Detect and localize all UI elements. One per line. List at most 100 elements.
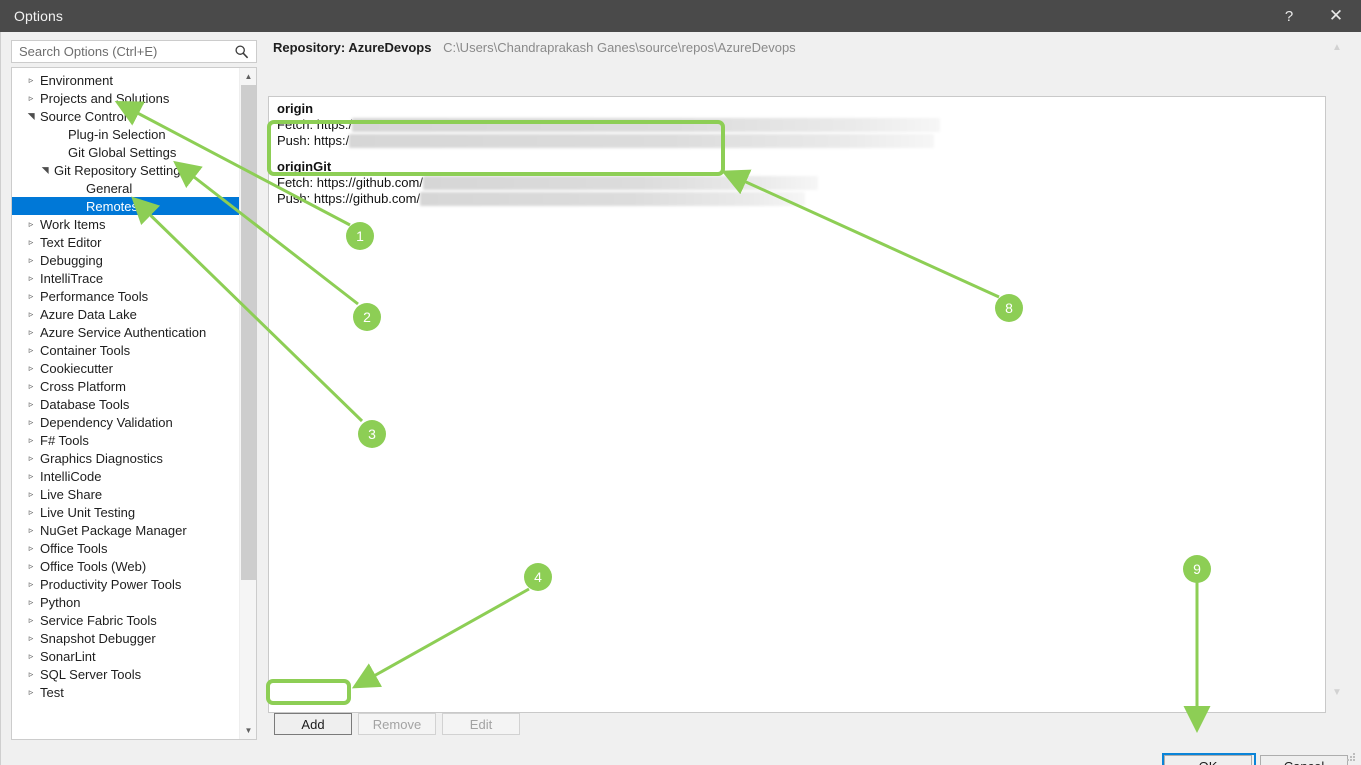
sidebar-item-live-share[interactable]: ▹ Live Share [12, 485, 240, 503]
chevron-right-icon[interactable]: ▹ [24, 543, 38, 553]
remote-fetch-url-text: Fetch: https://github.com/ [277, 175, 423, 190]
window-title: Options [14, 8, 63, 24]
sidebar-item-snapshot-debugger[interactable]: ▹ Snapshot Debugger [12, 629, 240, 647]
sidebar-item-azure-data-lake[interactable]: ▹ Azure Data Lake [12, 305, 240, 323]
tree-scrollbar[interactable]: ▲ ▼ [239, 68, 256, 739]
search-placeholder: Search Options (Ctrl+E) [19, 44, 158, 59]
options-tree-list: ▹ Environment ▹ Projects and Solutions ◢ Sour… [12, 71, 240, 701]
sidebar-item-label: Azure Service Authentication [40, 324, 207, 340]
sidebar-item-live-unit-testing[interactable]: ▹ Live Unit Testing [12, 503, 240, 521]
remove-button[interactable]: Remove [358, 713, 436, 735]
chevron-right-icon[interactable]: ▹ [24, 669, 38, 679]
sidebar-item-debugging[interactable]: ▹ Debugging [12, 251, 240, 269]
sidebar-item-git-repository-settings[interactable]: ◢ Git Repository Settings [12, 161, 240, 179]
sidebar-item-office-tools[interactable]: ▹ Office Tools [12, 539, 240, 557]
sidebar-item-productivity-power-tools[interactable]: ▹ Productivity Power Tools [12, 575, 240, 593]
sidebar-item-cross-platform[interactable]: ▹ Cross Platform [12, 377, 240, 395]
chevron-right-icon[interactable]: ▹ [24, 75, 38, 85]
edit-button[interactable]: Edit [442, 713, 520, 735]
sidebar-item-git-global-settings[interactable]: Git Global Settings [12, 143, 240, 161]
sidebar-item-dependency-validation[interactable]: ▹ Dependency Validation [12, 413, 240, 431]
sidebar-item-label: Live Unit Testing [40, 504, 136, 520]
remote-push-url-text: Push: https:/ [277, 133, 350, 148]
chevron-down-icon[interactable]: ◢ [40, 163, 50, 177]
search-input[interactable]: Search Options (Ctrl+E) [11, 40, 257, 63]
sidebar-item-general[interactable]: General [12, 179, 240, 197]
sidebar-item-intellicode[interactable]: ▹ IntelliCode [12, 467, 240, 485]
remotes-list[interactable]: origin Fetch: https:/Push: https:/originG… [268, 96, 1326, 713]
sidebar-item-sql-server-tools[interactable]: ▹ SQL Server Tools [12, 665, 240, 683]
options-tree[interactable]: ▹ Environment ▹ Projects and Solutions ◢ Sour… [11, 67, 257, 740]
sidebar-item-plug-in-selection[interactable]: Plug-in Selection [12, 125, 240, 143]
pane-scroll-down-icon[interactable]: ▼ [1332, 687, 1342, 698]
sidebar-item-graphics-diagnostics[interactable]: ▹ Graphics Diagnostics [12, 449, 240, 467]
close-icon[interactable]: ✕ [1311, 0, 1361, 32]
chevron-right-icon[interactable]: ▹ [24, 597, 38, 607]
sidebar-item-remotes[interactable]: Remotes [12, 197, 240, 215]
sidebar-item-sonarlint[interactable]: ▹ SonarLint [12, 647, 240, 665]
chevron-right-icon[interactable]: ▹ [24, 489, 38, 499]
chevron-right-icon[interactable]: ▹ [24, 417, 38, 427]
chevron-right-icon[interactable]: ▹ [24, 633, 38, 643]
chevron-down-icon[interactable]: ◢ [26, 109, 36, 123]
sidebar-item-source-control[interactable]: ◢ Source Control [12, 107, 240, 125]
chevron-right-icon[interactable]: ▹ [24, 525, 38, 535]
origin-git-remote-entry[interactable]: originGit Fetch: https://github.com/Push:… [269, 155, 1325, 213]
chevron-right-icon[interactable]: ▹ [24, 291, 38, 301]
sidebar-item-database-tools[interactable]: ▹ Database Tools [12, 395, 240, 413]
chevron-right-icon[interactable]: ▹ [24, 561, 38, 571]
sidebar-item-office-tools-web[interactable]: ▹ Office Tools (Web) [12, 557, 240, 575]
chevron-right-icon[interactable]: ▹ [24, 273, 38, 283]
sidebar-item-test[interactable]: ▹ Test [12, 683, 240, 701]
chevron-right-icon[interactable]: ▹ [24, 615, 38, 625]
add-button[interactable]: Add [274, 713, 352, 735]
remote-name: origin [277, 101, 314, 116]
chevron-right-icon[interactable]: ▹ [24, 579, 38, 589]
chevron-right-icon[interactable]: ▹ [24, 507, 38, 517]
origin-remote-entry[interactable]: origin Fetch: https:/Push: https:/ [269, 97, 1325, 155]
cancel-button[interactable]: Cancel [1260, 755, 1348, 765]
chevron-right-icon[interactable]: ▹ [24, 309, 38, 319]
sidebar-item-performance-tools[interactable]: ▹ Performance Tools [12, 287, 240, 305]
chevron-right-icon[interactable]: ▹ [24, 237, 38, 247]
chevron-right-icon[interactable]: ▹ [24, 651, 38, 661]
sidebar-item-intellitrace[interactable]: ▹ IntelliTrace [12, 269, 240, 287]
sidebar-item-f-tools[interactable]: ▹ F# Tools [12, 431, 240, 449]
chevron-right-icon[interactable]: ▹ [24, 363, 38, 373]
chevron-right-icon[interactable]: ▹ [24, 381, 38, 391]
pane-scroll-up-icon[interactable]: ▲ [1332, 42, 1342, 53]
chevron-right-icon[interactable]: ▹ [24, 471, 38, 481]
sidebar-item-work-items[interactable]: ▹ Work Items [12, 215, 240, 233]
sidebar-item-python[interactable]: ▹ Python [12, 593, 240, 611]
sidebar-item-label: Snapshot Debugger [40, 630, 156, 646]
redacted-url-block [422, 176, 818, 190]
tree-scrollbar-thumb[interactable] [241, 85, 256, 580]
sidebar-item-projects-and-solutions[interactable]: ▹ Projects and Solutions [12, 89, 240, 107]
sidebar-item-service-fabric-tools[interactable]: ▹ Service Fabric Tools [12, 611, 240, 629]
sidebar-item-label: Performance Tools [40, 288, 149, 304]
sidebar-item-azure-service-authentication[interactable]: ▹ Azure Service Authentication [12, 323, 240, 341]
redacted-url-block [352, 118, 941, 132]
chevron-right-icon[interactable]: ▹ [24, 219, 38, 229]
chevron-right-icon[interactable]: ▹ [24, 687, 38, 697]
chevron-right-icon[interactable]: ▹ [24, 93, 38, 103]
ok-button[interactable]: OK [1162, 753, 1256, 765]
ok-button-label: OK [1199, 759, 1218, 765]
resize-grip-icon[interactable] [1345, 750, 1357, 762]
sidebar-item-text-editor[interactable]: ▹ Text Editor [12, 233, 240, 251]
help-button[interactable]: ? [1267, 0, 1311, 32]
chevron-right-icon[interactable]: ▹ [24, 453, 38, 463]
sidebar-item-label: Container Tools [40, 342, 131, 358]
sidebar-item-cookiecutter[interactable]: ▹ Cookiecutter [12, 359, 240, 377]
chevron-right-icon[interactable]: ▹ [24, 327, 38, 337]
chevron-right-icon[interactable]: ▹ [24, 255, 38, 265]
repository-name: Repository: AzureDevops [273, 40, 432, 55]
chevron-right-icon[interactable]: ▹ [24, 435, 38, 445]
chevron-right-icon[interactable]: ▹ [24, 345, 38, 355]
chevron-right-icon[interactable]: ▹ [24, 399, 38, 409]
tree-scroll-up-icon[interactable]: ▲ [240, 68, 256, 85]
sidebar-item-container-tools[interactable]: ▹ Container Tools [12, 341, 240, 359]
tree-scroll-down-icon[interactable]: ▼ [240, 722, 256, 739]
sidebar-item-nuget-package-manager[interactable]: ▹ NuGet Package Manager [12, 521, 240, 539]
sidebar-item-environment[interactable]: ▹ Environment [12, 71, 240, 89]
